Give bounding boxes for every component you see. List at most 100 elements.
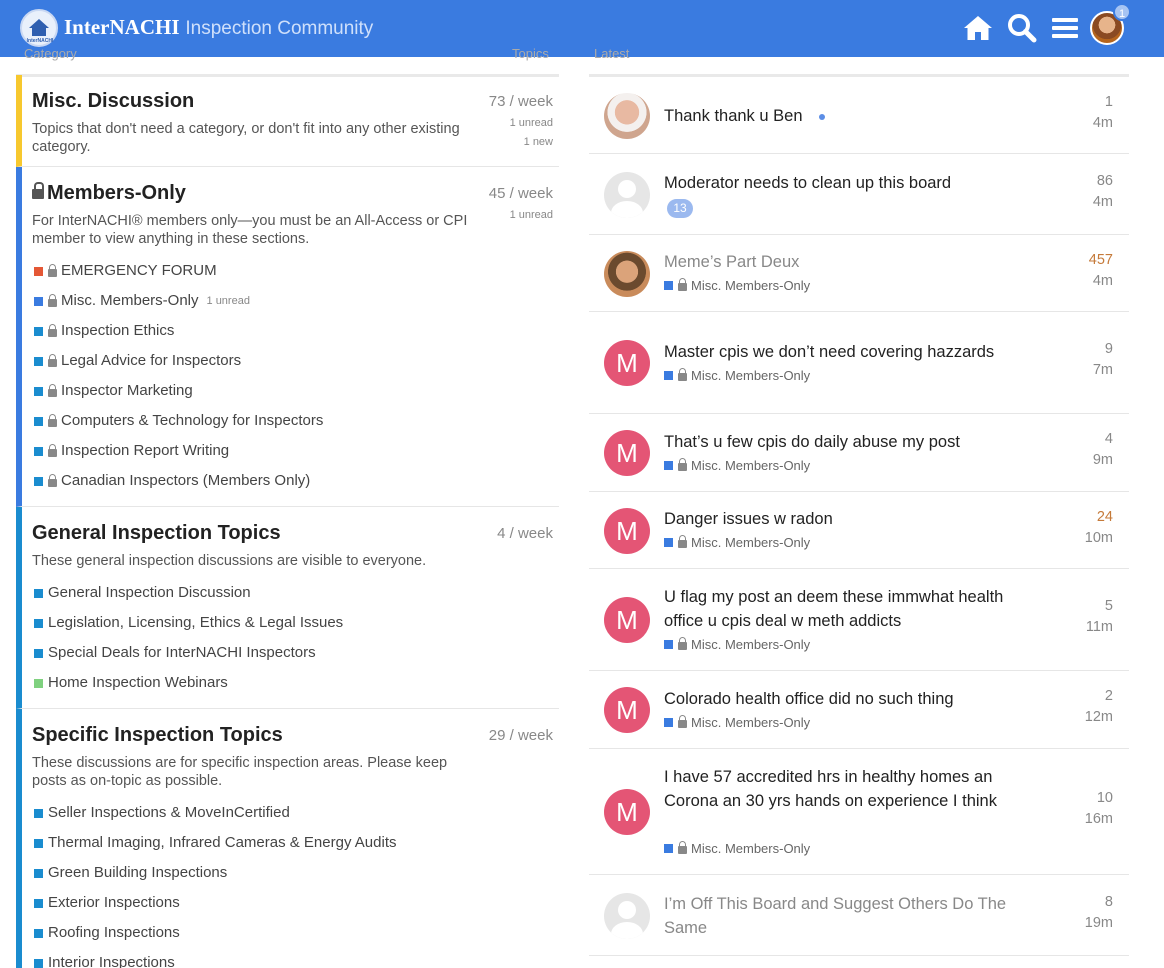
subcategory-link[interactable]: Computers & Technology for Inspectors: [32, 406, 559, 436]
topic-category-label[interactable]: Misc. Members-Only: [691, 368, 810, 383]
user-avatar[interactable]: M: [604, 789, 650, 835]
reply-count[interactable]: 86: [1097, 173, 1113, 189]
subcategory-link[interactable]: Seller Inspections & MoveInCertified: [32, 798, 559, 828]
subcategory-link[interactable]: Roofing Inspections: [32, 918, 559, 948]
topic-title-text[interactable]: Moderator needs to clean up this board: [664, 174, 951, 192]
last-activity-time[interactable]: 4m: [1093, 194, 1113, 210]
topic-title-link[interactable]: I’m Off This Board and Suggest Others Do…: [664, 892, 1009, 940]
topics-column-header[interactable]: Topics: [512, 46, 549, 61]
reply-count[interactable]: 4: [1105, 431, 1113, 447]
user-avatar[interactable]: [604, 893, 650, 939]
user-avatar[interactable]: M: [604, 597, 650, 643]
notification-badge[interactable]: 1: [1113, 3, 1131, 21]
site-title[interactable]: InterNACHI Inspection Community: [64, 14, 373, 42]
reply-count[interactable]: 24: [1097, 509, 1113, 525]
subcategory-label[interactable]: Roofing Inspections: [48, 918, 180, 948]
subcategory-link[interactable]: Legislation, Licensing, Ethics & Legal I…: [32, 608, 559, 638]
topic-category-label[interactable]: Misc. Members-Only: [691, 458, 810, 473]
subcategory-label[interactable]: General Inspection Discussion: [48, 578, 251, 608]
topic-category-link[interactable]: Misc. Members-Only: [664, 841, 810, 856]
unread-count-link[interactable]: 1 unread: [489, 117, 553, 129]
last-activity-time[interactable]: 11m: [1086, 619, 1113, 635]
topic-category-label[interactable]: Misc. Members-Only: [691, 535, 810, 550]
last-activity-time[interactable]: 4m: [1093, 273, 1113, 289]
subcategory-link[interactable]: Home Inspection Webinars: [32, 668, 559, 698]
subcategory-label[interactable]: Special Deals for InterNACHI Inspectors: [48, 638, 316, 668]
topic-title-link[interactable]: Danger issues w radon: [664, 507, 1009, 531]
last-activity-time[interactable]: 16m: [1085, 811, 1113, 827]
user-avatar[interactable]: M: [604, 340, 650, 386]
latest-column-header[interactable]: Latest: [594, 46, 629, 61]
last-activity-time[interactable]: 19m: [1085, 915, 1113, 931]
category-title-text[interactable]: Members-Only: [47, 182, 186, 204]
subcategory-link[interactable]: Inspector Marketing: [32, 376, 559, 406]
topic-title-link[interactable]: Meme’s Part Deux: [664, 250, 1009, 274]
subcategory-link[interactable]: Inspection Ethics: [32, 316, 559, 346]
topic-category-label[interactable]: Misc. Members-Only: [691, 278, 810, 293]
last-activity-time[interactable]: 10m: [1085, 530, 1113, 546]
topic-category-link[interactable]: Misc. Members-Only: [664, 278, 810, 293]
search-icon[interactable]: [1006, 12, 1038, 44]
topic-title-text[interactable]: I have 57 accredited hrs in healthy home…: [664, 768, 997, 810]
subcategory-unread[interactable]: 1 unread: [207, 286, 250, 316]
subcategory-link[interactable]: Legal Advice for Inspectors: [32, 346, 559, 376]
topic-title-link[interactable]: Colorado health office did no such thing: [664, 687, 1009, 711]
subcategory-link[interactable]: General Inspection Discussion: [32, 578, 559, 608]
reply-count[interactable]: 8: [1105, 894, 1113, 910]
subcategory-link[interactable]: Canadian Inspectors (Members Only): [32, 466, 559, 496]
topic-title-text[interactable]: I’m Off This Board and Suggest Others Do…: [664, 895, 1006, 937]
subcategory-label[interactable]: Legislation, Licensing, Ethics & Legal I…: [48, 608, 343, 638]
subcategory-link[interactable]: Misc. Members-Only 1 unread: [32, 286, 559, 316]
subcategory-label[interactable]: Computers & Technology for Inspectors: [61, 406, 323, 436]
subcategory-link[interactable]: Exterior Inspections: [32, 888, 559, 918]
user-avatar[interactable]: [604, 172, 650, 218]
reply-count[interactable]: 1: [1105, 94, 1113, 110]
topic-title-text[interactable]: Meme’s Part Deux: [664, 253, 799, 271]
topic-category-label[interactable]: Misc. Members-Only: [691, 841, 810, 856]
new-count-link[interactable]: 1 new: [489, 136, 553, 148]
last-activity-time[interactable]: 12m: [1085, 709, 1113, 725]
topic-category-link[interactable]: Misc. Members-Only: [664, 637, 810, 652]
category-column-header[interactable]: Category: [24, 46, 77, 61]
subcategory-label[interactable]: Home Inspection Webinars: [48, 668, 228, 698]
category-title[interactable]: Members-Only: [32, 181, 559, 205]
topic-category-label[interactable]: Misc. Members-Only: [691, 715, 810, 730]
subcategory-link[interactable]: Interior Inspections: [32, 948, 559, 968]
user-avatar[interactable]: M: [604, 508, 650, 554]
topic-title-link[interactable]: U flag my post an deem these immwhat hea…: [664, 585, 1009, 633]
last-activity-time[interactable]: 7m: [1093, 362, 1113, 378]
topic-title-text[interactable]: Colorado health office did no such thing: [664, 690, 954, 708]
topic-title-text[interactable]: That’s u few cpis do daily abuse my post: [664, 433, 960, 451]
topic-title-link[interactable]: Thank thank u Ben: [664, 104, 1009, 128]
topic-title-text[interactable]: Thank thank u Ben: [664, 107, 803, 125]
subcategory-link[interactable]: Special Deals for InterNACHI Inspectors: [32, 638, 559, 668]
user-avatar[interactable]: [604, 251, 650, 297]
subcategory-label[interactable]: Canadian Inspectors (Members Only): [61, 466, 310, 496]
reply-count[interactable]: 10: [1097, 790, 1113, 806]
topic-category-link[interactable]: Misc. Members-Only: [664, 535, 810, 550]
last-activity-time[interactable]: 4m: [1093, 115, 1113, 131]
subcategory-label[interactable]: Inspector Marketing: [61, 376, 193, 406]
hamburger-menu-icon[interactable]: [1049, 12, 1081, 44]
subcategory-link[interactable]: Thermal Imaging, Infrared Cameras & Ener…: [32, 828, 559, 858]
internachi-logo-icon[interactable]: InterNACHI: [20, 9, 58, 47]
subcategory-label[interactable]: Thermal Imaging, Infrared Cameras & Ener…: [48, 828, 397, 858]
user-avatar[interactable]: [604, 93, 650, 139]
topic-title-link[interactable]: That’s u few cpis do daily abuse my post: [664, 430, 1009, 454]
reply-count[interactable]: 457: [1089, 252, 1113, 268]
unread-count-link[interactable]: 1 unread: [489, 209, 553, 221]
home-icon[interactable]: [962, 12, 994, 44]
new-posts-badge[interactable]: 13: [667, 199, 693, 218]
subcategory-label[interactable]: Interior Inspections: [48, 948, 175, 968]
category-title-text[interactable]: Misc. Discussion: [32, 90, 194, 112]
topic-title-text[interactable]: Danger issues w radon: [664, 510, 833, 528]
category-title-text[interactable]: General Inspection Topics: [32, 522, 281, 544]
reply-count[interactable]: 2: [1105, 688, 1113, 704]
subcategory-label[interactable]: Green Building Inspections: [48, 858, 227, 888]
topic-title-text[interactable]: Master cpis we don’t need covering hazza…: [664, 343, 994, 361]
subcategory-label[interactable]: Exterior Inspections: [48, 888, 180, 918]
reply-count[interactable]: 9: [1105, 341, 1113, 357]
subcategory-label[interactable]: Inspection Report Writing: [61, 436, 229, 466]
category-title[interactable]: Misc. Discussion: [32, 89, 559, 113]
user-avatar[interactable]: M: [604, 687, 650, 733]
